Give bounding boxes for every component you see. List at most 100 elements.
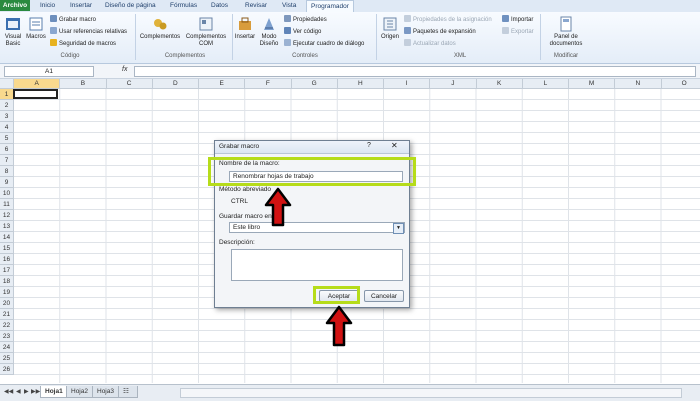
importar-label: Importar xyxy=(511,17,533,23)
column-header[interactable]: E xyxy=(199,79,245,89)
grabar-macro-button[interactable]: Grabar macro xyxy=(50,15,96,23)
row-header[interactable]: 13 xyxy=(0,221,14,232)
propiedades-button[interactable]: Propiedades xyxy=(284,15,327,23)
tab-diseno-pagina[interactable]: Diseño de página xyxy=(101,0,160,11)
sheet-tab-hoja2[interactable]: Hoja2 xyxy=(66,386,93,398)
exportar-label: Exportar xyxy=(511,29,534,35)
add-ins-icon xyxy=(152,16,168,32)
last-sheet-icon[interactable]: ▶▶ xyxy=(31,388,40,395)
formula-input[interactable] xyxy=(134,66,696,77)
horizontal-scrollbar[interactable] xyxy=(180,388,682,398)
column-header[interactable]: A xyxy=(14,79,60,89)
description-textarea[interactable] xyxy=(231,249,403,281)
row-header[interactable]: 17 xyxy=(0,265,14,276)
ejecutar-cuadro-label: Ejecutar cuadro de diálogo xyxy=(293,41,364,47)
column-header[interactable]: M xyxy=(569,79,615,89)
tab-archivo[interactable]: Archivo xyxy=(0,0,30,11)
column-header[interactable]: N xyxy=(615,79,661,89)
panel-documentos-button[interactable]: Panel de documentos xyxy=(544,16,588,47)
ver-codigo-button[interactable]: Ver código xyxy=(284,27,321,35)
tab-programador[interactable]: Programador xyxy=(306,0,354,12)
macros-button[interactable]: Macros xyxy=(25,16,47,41)
name-box[interactable]: A1 xyxy=(4,66,94,77)
row-header[interactable]: 6 xyxy=(0,144,14,155)
row-header[interactable]: 23 xyxy=(0,331,14,342)
complementos-button[interactable]: Complementos xyxy=(138,16,182,41)
column-header[interactable]: D xyxy=(153,79,199,89)
insertar-control-button[interactable]: Insertar xyxy=(234,16,256,41)
panel-documentos-label: Panel de documentos xyxy=(550,34,583,47)
com-add-ins-icon xyxy=(198,16,214,32)
column-header[interactable]: O xyxy=(662,79,700,89)
group-label-modificar: Modificar xyxy=(544,53,588,59)
tab-insertar[interactable]: Insertar xyxy=(66,0,96,11)
help-icon[interactable]: ? xyxy=(367,142,371,149)
row-header[interactable]: 22 xyxy=(0,320,14,331)
visual-basic-icon xyxy=(5,16,21,32)
row-header[interactable]: 26 xyxy=(0,364,14,375)
column-header[interactable]: B xyxy=(60,79,106,89)
row-header[interactable]: 20 xyxy=(0,298,14,309)
column-header[interactable]: I xyxy=(384,79,430,89)
column-header[interactable]: L xyxy=(523,79,569,89)
row-header[interactable]: 15 xyxy=(0,243,14,254)
store-in-select[interactable]: Este libro ▼ xyxy=(229,222,405,233)
complementos-com-button[interactable]: Complementos COM xyxy=(183,16,229,47)
tab-vista[interactable]: Vista xyxy=(278,0,300,11)
column-header[interactable]: C xyxy=(107,79,153,89)
exportar-button[interactable]: Exportar xyxy=(502,27,534,35)
row-header[interactable]: 21 xyxy=(0,309,14,320)
row-header[interactable]: 10 xyxy=(0,188,14,199)
usar-referencias-button[interactable]: Usar referencias relativas xyxy=(50,27,127,35)
design-mode-icon xyxy=(261,16,277,32)
first-sheet-icon[interactable]: ◀◀ xyxy=(4,388,13,395)
row-header[interactable]: 19 xyxy=(0,287,14,298)
row-header[interactable]: 16 xyxy=(0,254,14,265)
column-header[interactable]: G xyxy=(292,79,338,89)
dropdown-arrow-icon[interactable]: ▼ xyxy=(393,223,404,234)
close-icon[interactable]: ✕ xyxy=(391,141,398,150)
row-header[interactable]: 3 xyxy=(0,111,14,122)
prev-sheet-icon[interactable]: ◀ xyxy=(16,388,21,395)
origen-button[interactable]: Origen xyxy=(378,16,402,41)
cancelar-button[interactable]: Cancelar xyxy=(364,290,404,302)
row-header[interactable]: 18 xyxy=(0,276,14,287)
row-header[interactable]: 5 xyxy=(0,133,14,144)
function-icon[interactable]: fx xyxy=(122,66,127,73)
row-header[interactable]: 25 xyxy=(0,353,14,364)
row-header[interactable]: 24 xyxy=(0,342,14,353)
modo-diseno-button[interactable]: Modo Diseño xyxy=(257,16,281,47)
sheet-tab-hoja3[interactable]: Hoja3 xyxy=(92,386,119,398)
column-header[interactable]: K xyxy=(477,79,523,89)
seguridad-macros-button[interactable]: Seguridad de macros xyxy=(50,39,116,47)
tab-inicio[interactable]: Inicio xyxy=(36,0,59,11)
row-header[interactable]: 12 xyxy=(0,210,14,221)
column-header[interactable]: H xyxy=(338,79,384,89)
row-header[interactable]: 2 xyxy=(0,100,14,111)
next-sheet-icon[interactable]: ▶ xyxy=(24,388,29,395)
actualizar-datos-button[interactable]: Actualizar datos xyxy=(404,39,456,47)
tab-datos[interactable]: Datos xyxy=(207,0,232,11)
importar-button[interactable]: Importar xyxy=(502,15,533,23)
row-header[interactable]: 1 xyxy=(0,89,14,100)
propiedades-asignacion-button[interactable]: Propiedades de la asignación xyxy=(404,15,492,23)
insert-sheet-icon[interactable]: ☷ xyxy=(118,386,138,398)
tab-revisar[interactable]: Revisar xyxy=(241,0,271,11)
select-all-corner[interactable] xyxy=(0,79,14,89)
column-header[interactable]: J xyxy=(430,79,476,89)
visual-basic-button[interactable]: Visual Basic xyxy=(2,16,24,47)
row-header[interactable]: 4 xyxy=(0,122,14,133)
paquetes-expansion-button[interactable]: Paquetes de expansión xyxy=(404,27,476,35)
row-header[interactable]: 7 xyxy=(0,155,14,166)
sheet-tab-hoja1[interactable]: Hoja1 xyxy=(40,386,68,398)
ejecutar-cuadro-button[interactable]: Ejecutar cuadro de diálogo xyxy=(284,39,364,47)
row-header[interactable]: 9 xyxy=(0,177,14,188)
tab-formulas[interactable]: Fórmulas xyxy=(166,0,201,11)
row-header[interactable]: 8 xyxy=(0,166,14,177)
group-separator xyxy=(232,14,233,60)
active-cell[interactable] xyxy=(13,89,58,99)
row-header[interactable]: 11 xyxy=(0,199,14,210)
row-header[interactable]: 14 xyxy=(0,232,14,243)
group-separator xyxy=(376,14,377,60)
column-header[interactable]: F xyxy=(245,79,291,89)
